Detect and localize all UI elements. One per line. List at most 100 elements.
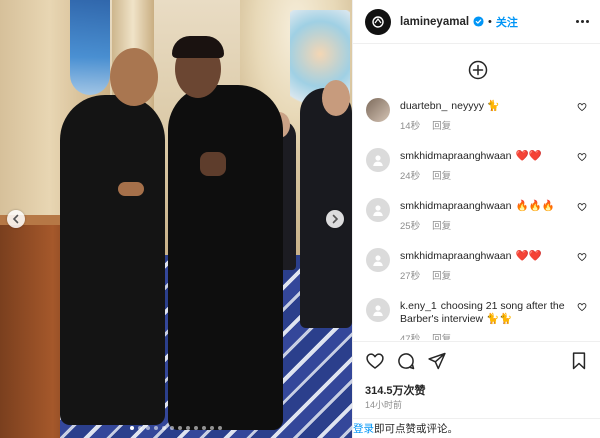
comment-icon — [398, 352, 415, 369]
comment-button[interactable] — [396, 351, 416, 371]
post-panel: lamineyamal • 关注 duartebn_ neyyyy 🐈 14秒 回复 s… — [352, 0, 600, 438]
reply-button[interactable]: 回复 — [432, 118, 451, 132]
reply-button[interactable]: 回复 — [432, 218, 451, 232]
default-avatar-icon — [373, 305, 383, 316]
comment-text-line: k.eny_1 choosing 21 song after the Barber… — [400, 300, 590, 326]
comment-text-line: smkhidmapraanghwaan ❤️❤️ — [400, 250, 590, 263]
add-circle-icon[interactable] — [468, 60, 488, 80]
post-photo[interactable] — [0, 0, 352, 438]
author-username[interactable]: lamineyamal — [400, 16, 469, 28]
comment-text-line: smkhidmapraanghwaan ❤️❤️ — [400, 150, 590, 163]
heart-icon[interactable] — [577, 302, 587, 312]
comment-body: smkhidmapraanghwaan ❤️❤️ 27秒 回复 — [400, 250, 590, 298]
action-bar — [353, 341, 600, 379]
photo-person-right-hand — [200, 152, 226, 176]
comment-text-line: smkhidmapraanghwaan 🔥🔥🔥 — [400, 200, 590, 213]
carousel-dot — [178, 426, 182, 430]
login-link[interactable]: 登录 — [353, 421, 374, 436]
commenter-avatar[interactable] — [366, 148, 390, 172]
save-button[interactable] — [569, 351, 589, 371]
comment-meta: 24秒 回复 — [400, 168, 590, 182]
photo-person-left-hand — [118, 182, 144, 196]
carousel-dot — [130, 426, 134, 430]
comment-item: smkhidmapraanghwaan ❤️❤️ 24秒 回复 — [353, 148, 600, 198]
comment-meta: 47秒 回复 — [400, 331, 590, 340]
photo-person-right-hair — [172, 36, 224, 58]
follow-button[interactable]: 关注 — [496, 14, 518, 30]
carousel-prev-button[interactable] — [7, 210, 25, 228]
comment-body: smkhidmapraanghwaan 🔥🔥🔥 25秒 回复 — [400, 200, 590, 248]
share-button[interactable] — [427, 351, 447, 371]
login-prompt: 登录 即可点赞或评论。 — [353, 418, 600, 438]
comment-text: ❤️❤️ — [515, 250, 542, 262]
chevron-right-icon — [332, 214, 339, 224]
more-options-icon[interactable] — [576, 20, 589, 23]
carousel-dot — [154, 426, 158, 430]
logo-icon — [372, 15, 384, 28]
reply-button[interactable]: 回复 — [432, 168, 451, 182]
comment-meta: 27秒 回复 — [400, 268, 590, 282]
commenter-avatar[interactable] — [366, 298, 390, 322]
comment-time: 27秒 — [400, 271, 421, 282]
photo-person-right — [168, 85, 283, 430]
carousel-dot — [138, 426, 142, 430]
reply-button[interactable]: 回复 — [432, 331, 451, 340]
carousel-dots — [0, 426, 352, 430]
comment-item: smkhidmapraanghwaan ❤️❤️ 27秒 回复 — [353, 248, 600, 298]
comment-text: 🔥🔥🔥 — [515, 200, 555, 212]
commenter-username[interactable]: duartebn_ — [400, 100, 447, 112]
comment-body: smkhidmapraanghwaan ❤️❤️ 24秒 回复 — [400, 150, 590, 198]
post-timestamp: 14小时前 — [365, 400, 403, 410]
default-avatar-icon — [373, 155, 383, 166]
like-count[interactable]: 314.5万次赞 — [365, 382, 426, 398]
carousel-dot — [186, 426, 190, 430]
photo-person-left-head — [110, 48, 158, 106]
default-avatar-icon — [373, 205, 383, 216]
default-avatar-icon — [373, 255, 383, 266]
header-separator: • — [488, 15, 492, 28]
comment-time: 24秒 — [400, 171, 421, 182]
comment-body: k.eny_1 choosing 21 song after the Barber… — [400, 300, 590, 340]
heart-icon[interactable] — [577, 152, 587, 162]
carousel-dot — [218, 426, 222, 430]
carousel-dot — [194, 426, 198, 430]
carousel-dot — [210, 426, 214, 430]
carousel-next-button[interactable] — [326, 210, 344, 228]
commenter-username[interactable]: k.eny_1 — [400, 300, 437, 312]
photo-person-left — [60, 95, 165, 425]
commenter-username[interactable]: smkhidmapraanghwaan — [400, 200, 511, 212]
carousel-dot — [146, 426, 150, 430]
like-button[interactable] — [365, 351, 385, 371]
comment-list: duartebn_ neyyyy 🐈 14秒 回复 smkhidmapraanghwaa… — [353, 98, 600, 340]
heart-icon[interactable] — [577, 202, 587, 212]
carousel-dot — [162, 426, 166, 430]
comment-time: 14秒 — [400, 121, 421, 132]
post-header: lamineyamal • 关注 — [353, 0, 600, 44]
comment-body: duartebn_ neyyyy 🐈 14秒 回复 — [400, 100, 590, 148]
heart-icon[interactable] — [577, 252, 587, 262]
comment-item: smkhidmapraanghwaan 🔥🔥🔥 25秒 回复 — [353, 198, 600, 248]
comment-time: 47秒 — [400, 334, 421, 340]
comment-text: neyyyy 🐈 — [451, 100, 500, 112]
verified-badge-icon — [473, 16, 484, 27]
photo-chandelier-blue — [70, 0, 110, 95]
comment-item: k.eny_1 choosing 21 song after the Barber… — [353, 298, 600, 340]
comment-meta: 14秒 回复 — [400, 118, 590, 132]
comment-item: duartebn_ neyyyy 🐈 14秒 回复 — [353, 98, 600, 148]
photo-background-person — [300, 88, 352, 328]
heart-icon — [366, 352, 384, 369]
author-avatar[interactable] — [365, 8, 391, 35]
reply-button[interactable]: 回复 — [432, 268, 451, 282]
heart-icon[interactable] — [577, 102, 587, 112]
bookmark-icon — [572, 351, 586, 369]
chevron-left-icon — [12, 214, 19, 224]
commenter-username[interactable]: smkhidmapraanghwaan — [400, 250, 511, 262]
commenter-avatar[interactable] — [366, 198, 390, 222]
commenter-avatar[interactable] — [366, 248, 390, 272]
login-prompt-text: 即可点赞或评论。 — [374, 423, 458, 435]
carousel-dot — [170, 426, 174, 430]
carousel-dot — [202, 426, 206, 430]
commenter-username[interactable]: smkhidmapraanghwaan — [400, 150, 511, 162]
commenter-avatar[interactable] — [366, 98, 390, 122]
share-icon — [428, 352, 446, 369]
